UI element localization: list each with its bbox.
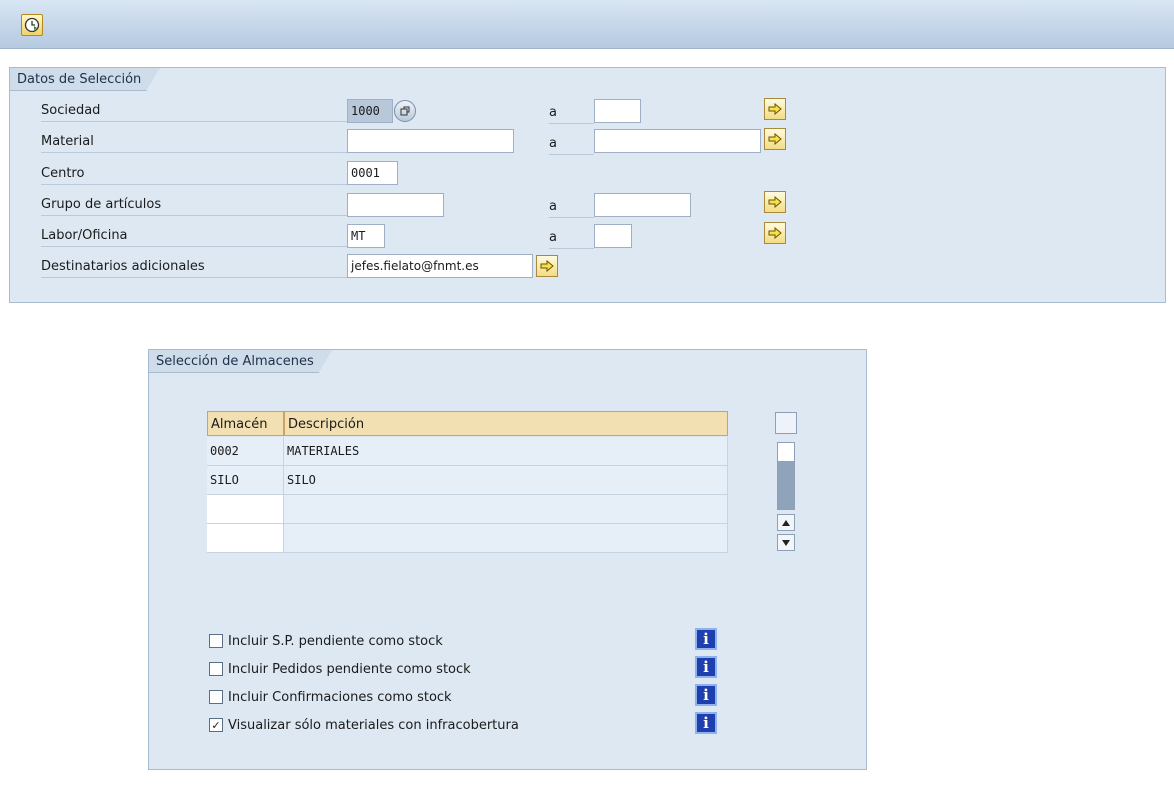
sociedad-from-input[interactable]: 1000 — [347, 99, 393, 123]
material-from-input[interactable] — [347, 129, 514, 153]
arrow-right-icon — [540, 260, 554, 272]
sociedad-range-label: a — [549, 103, 594, 124]
scrollbar-thumb[interactable] — [777, 442, 795, 462]
scrollbar-corner-button[interactable] — [775, 412, 797, 434]
include-confirmaciones-label: Incluir Confirmaciones como stock — [228, 690, 452, 705]
triangle-up-icon — [782, 519, 790, 526]
include-confirmaciones-checkbox[interactable] — [209, 690, 223, 704]
destinatarios-label: Destinatarios adicionales — [41, 257, 351, 278]
execute-button[interactable] — [21, 14, 43, 36]
table-cell-almacen[interactable] — [207, 495, 284, 524]
clock-execute-icon — [24, 17, 40, 33]
material-label: Material — [41, 132, 351, 153]
sociedad-label: Sociedad — [41, 101, 351, 122]
labor-oficina-more-button[interactable] — [764, 222, 786, 244]
grupo-articulos-range-label: a — [549, 197, 594, 218]
include-pedidos-checkbox[interactable] — [209, 662, 223, 676]
info-icon: i — [703, 630, 709, 648]
table-cell-almacen[interactable]: SILO — [207, 466, 284, 495]
warehouse-selection-frame: Selección de Almacenes Almacén Descripci… — [148, 349, 867, 770]
visualizar-infracobertura-label: Visualizar sólo materiales con infracobe… — [228, 718, 519, 733]
field-row-labor-oficina: Labor/Oficina MT a — [30, 222, 1130, 249]
info-icon: i — [703, 658, 709, 676]
field-row-grupo-articulos: Grupo de artículos a — [30, 191, 1130, 218]
triangle-down-icon — [782, 539, 790, 546]
table-header-almacen[interactable]: Almacén — [207, 411, 284, 436]
centro-input[interactable]: 0001 — [347, 161, 398, 185]
option-include-pedidos: Incluir Pedidos pendiente como stock — [209, 658, 549, 682]
warehouse-selection-title: Selección de Almacenes — [148, 349, 333, 373]
centro-label: Centro — [41, 164, 351, 185]
selection-data-title: Datos de Selección — [9, 67, 160, 91]
sociedad-to-input[interactable] — [594, 99, 641, 123]
material-to-input[interactable] — [594, 129, 761, 153]
field-row-sociedad: Sociedad 1000 a — [30, 97, 1130, 124]
labor-oficina-range-label: a — [549, 228, 594, 249]
grupo-articulos-label: Grupo de artículos — [41, 195, 351, 216]
grupo-articulos-to-input[interactable] — [594, 193, 691, 217]
field-row-centro: Centro 0001 — [30, 160, 1130, 186]
labor-oficina-from-input[interactable]: MT — [347, 224, 385, 248]
table-cell-descripcion[interactable] — [284, 524, 728, 553]
labor-oficina-to-input[interactable] — [594, 224, 632, 248]
include-sp-label: Incluir S.P. pendiente como stock — [228, 634, 443, 649]
material-range-label: a — [549, 134, 594, 155]
visualizar-infracobertura-checkbox[interactable]: ✓ — [209, 718, 223, 732]
table-cell-almacen[interactable] — [207, 524, 284, 553]
material-more-button[interactable] — [764, 128, 786, 150]
info-button-include-sp[interactable]: i — [695, 628, 717, 650]
table-cell-descripcion[interactable]: MATERIALES — [284, 437, 728, 466]
grupo-articulos-from-input[interactable] — [347, 193, 444, 217]
arrow-right-icon — [768, 103, 782, 115]
application-toolbar — [0, 0, 1174, 49]
field-row-destinatarios: Destinatarios adicionales jefes.fielato@… — [30, 253, 1130, 279]
info-button-visualizar-infracobertura[interactable]: i — [695, 712, 717, 734]
table-cell-descripcion[interactable]: SILO — [284, 466, 728, 495]
info-icon: i — [703, 714, 709, 732]
arrow-right-icon — [768, 133, 782, 145]
info-icon: i — [703, 686, 709, 704]
arrow-right-icon — [768, 227, 782, 239]
option-include-confirmaciones: Incluir Confirmaciones como stock — [209, 686, 549, 710]
selection-data-frame: Datos de Selección Sociedad 1000 a Mater… — [9, 67, 1166, 303]
multiple-selection-icon — [400, 106, 410, 116]
option-visualizar-infracobertura: ✓ Visualizar sólo materiales con infraco… — [209, 714, 589, 738]
field-row-material: Material a — [30, 128, 1130, 155]
destinatarios-input[interactable]: jefes.fielato@fnmt.es — [347, 254, 533, 278]
table-cell-descripcion[interactable] — [284, 495, 728, 524]
table-cell-almacen[interactable]: 0002 — [207, 437, 284, 466]
multiple-selection-button[interactable] — [394, 100, 416, 122]
include-sp-checkbox[interactable] — [209, 634, 223, 648]
include-pedidos-label: Incluir Pedidos pendiente como stock — [228, 662, 471, 677]
grupo-articulos-more-button[interactable] — [764, 191, 786, 213]
checkmark-icon: ✓ — [211, 718, 221, 732]
option-include-sp: Incluir S.P. pendiente como stock — [209, 630, 529, 654]
sociedad-more-button[interactable] — [764, 98, 786, 120]
table-header-descripcion[interactable]: Descripción — [284, 411, 728, 436]
destinatarios-more-button[interactable] — [536, 255, 558, 277]
scroll-up-button[interactable] — [777, 514, 795, 531]
arrow-right-icon — [768, 196, 782, 208]
labor-oficina-label: Labor/Oficina — [41, 226, 351, 247]
info-button-include-pedidos[interactable]: i — [695, 656, 717, 678]
table-vertical-scrollbar[interactable] — [775, 412, 797, 552]
info-button-include-confirmaciones[interactable]: i — [695, 684, 717, 706]
scroll-down-button[interactable] — [777, 534, 795, 551]
